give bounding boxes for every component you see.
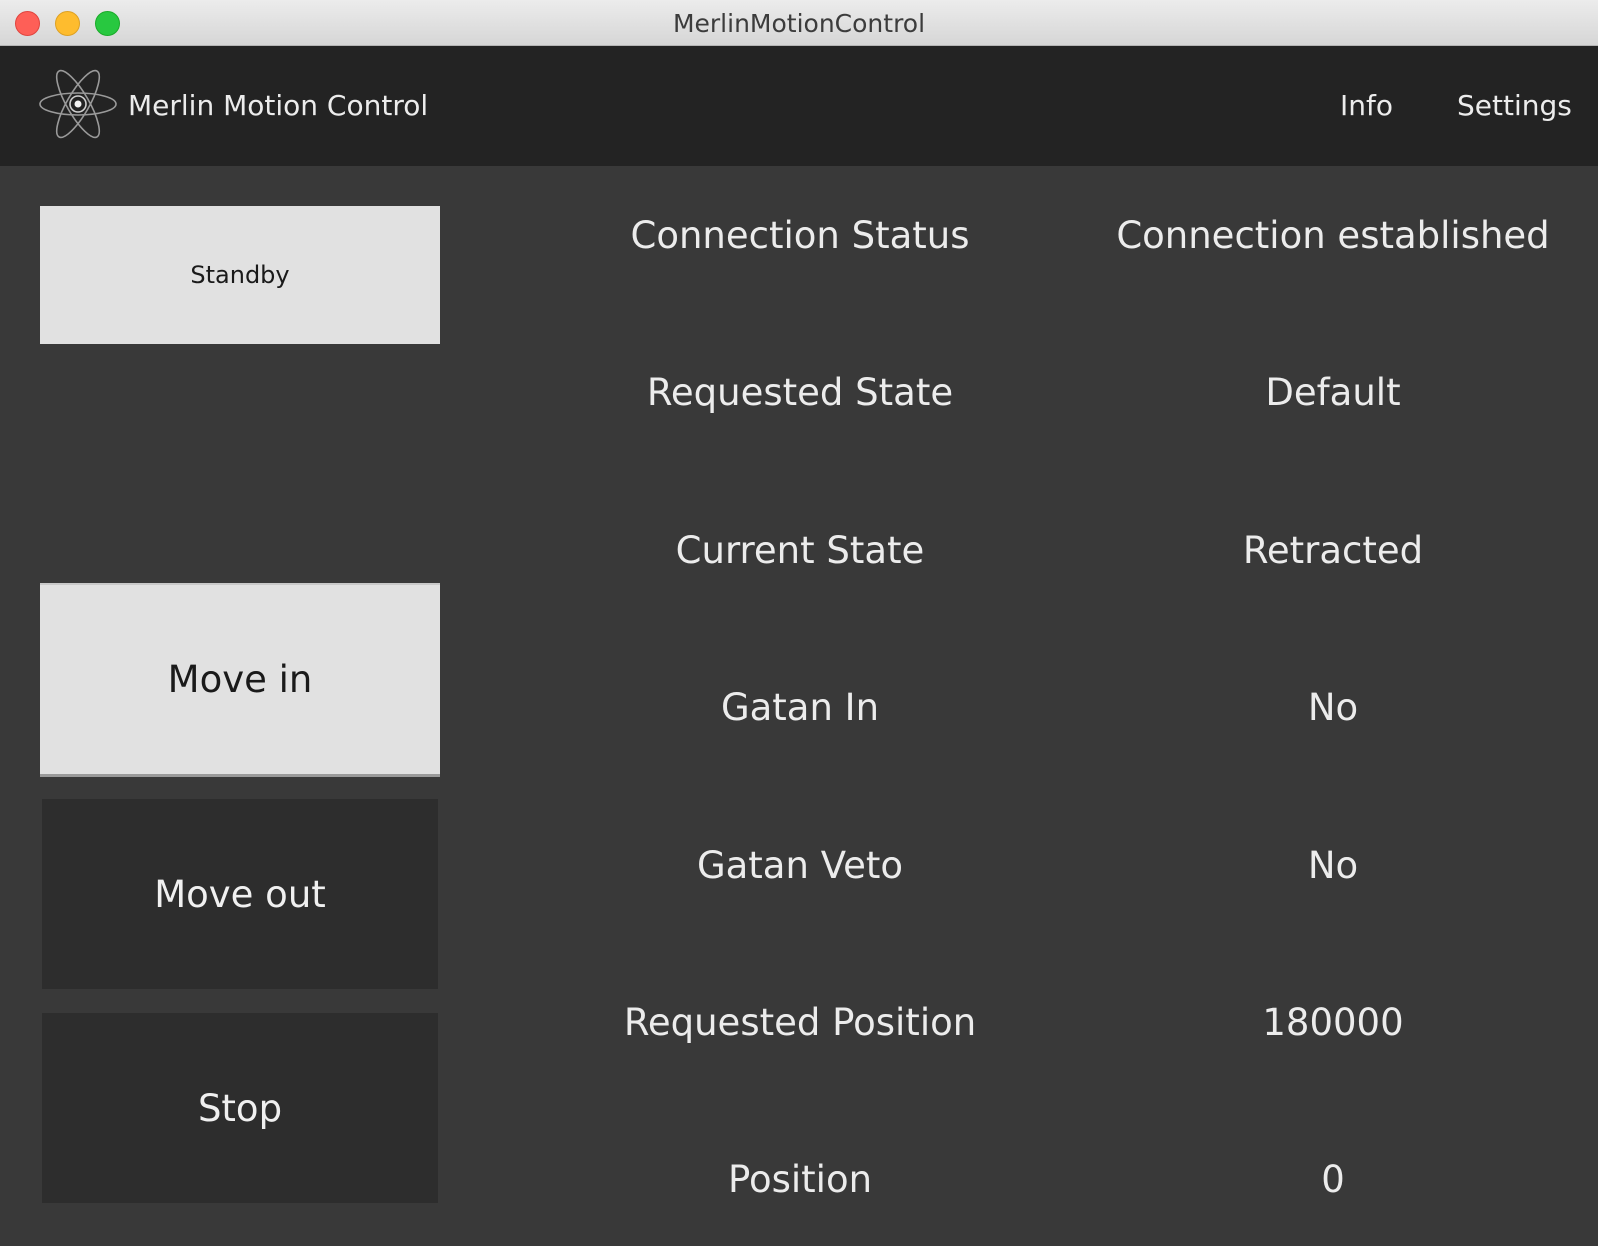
status-label: Gatan In: [720, 686, 880, 729]
status-row-requested-state: Requested State Default: [0, 363, 1598, 423]
status-label: Requested Position: [623, 1001, 977, 1044]
status-row-position: Position 0: [0, 1150, 1598, 1210]
status-value: Retracted: [1242, 529, 1424, 572]
nav-info[interactable]: Info: [1340, 46, 1393, 166]
status-row-gatan-veto: Gatan Veto No: [0, 836, 1598, 896]
status-row-gatan-in: Gatan In No: [0, 678, 1598, 738]
status-row-current-state: Current State Retracted: [0, 521, 1598, 581]
status-row-connection-status: Connection Status Connection established: [0, 206, 1598, 266]
status-label: Connection Status: [630, 214, 970, 257]
status-label: Current State: [675, 529, 925, 572]
status-value: Connection established: [1116, 214, 1550, 257]
status-row-requested-position: Requested Position 180000: [0, 993, 1598, 1053]
status-value: 180000: [1262, 1001, 1404, 1044]
status-value: Default: [1265, 371, 1401, 414]
status-value: 0: [1321, 1158, 1345, 1201]
app-title: Merlin Motion Control: [128, 89, 429, 122]
status-value: No: [1307, 686, 1359, 729]
status-label: Gatan Veto: [696, 844, 904, 887]
nav-settings[interactable]: Settings: [1457, 46, 1572, 166]
status-label: Position: [727, 1158, 873, 1201]
window-title: MerlinMotionControl: [672, 9, 926, 38]
atom-icon: [39, 69, 117, 139]
app-window: MerlinMotionControl Merlin Motion Contro…: [0, 0, 1598, 1246]
status-label: Requested State: [646, 371, 954, 414]
app-header: Merlin Motion Control Info Settings: [0, 46, 1598, 166]
status-value: No: [1307, 844, 1359, 887]
title-bar: MerlinMotionControl: [0, 0, 1598, 46]
